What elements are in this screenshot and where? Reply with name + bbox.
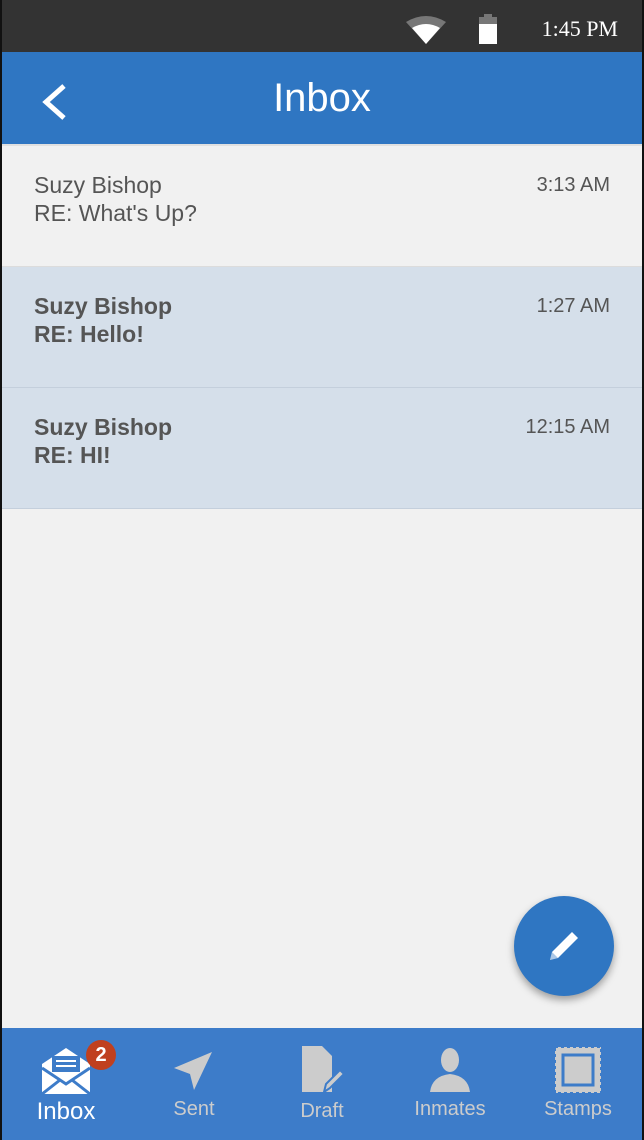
message-sender: Suzy Bishop [34,414,173,440]
message-sender: Suzy Bishop [34,293,173,319]
nav-label: Draft [300,1100,344,1122]
message-sender: Suzy Bishop [34,172,162,198]
pencil-icon [550,932,578,960]
status-bar: 1:45 PM [2,0,642,52]
message-subject: RE: Hello! [34,321,144,347]
wifi-icon [406,16,446,44]
nav-stamps[interactable]: Stamps [514,1028,642,1140]
nav-label: Inmates [414,1098,486,1120]
message-list: Suzy Bishop RE: What's Up? 3:13 AM Suzy … [2,144,642,509]
nav-draft[interactable]: Draft [258,1028,386,1140]
message-row[interactable]: Suzy Bishop RE: HI! 12:15 AM [2,388,642,509]
stamp-icon [554,1046,602,1094]
nav-label: Stamps [544,1098,612,1120]
compose-button[interactable] [514,896,614,996]
page-title: Inbox [273,76,371,120]
message-time: 12:15 AM [525,416,610,438]
app-bar: Inbox [2,52,642,144]
message-row[interactable]: Suzy Bishop RE: What's Up? 3:13 AM [2,146,642,267]
bottom-nav: 2 Inbox Sent Draft Inmates Stamps [2,1028,642,1140]
message-row[interactable]: Suzy Bishop RE: Hello! 1:27 AM [2,267,642,388]
message-subject: RE: HI! [34,442,111,468]
nav-label: Inbox [36,1098,96,1125]
nav-sent[interactable]: Sent [130,1028,258,1140]
status-time: 1:45 PM [541,16,618,41]
draft-document-icon [302,1046,346,1095]
envelope-open-icon [41,1048,91,1094]
nav-inbox[interactable]: 2 Inbox [2,1028,130,1140]
paper-plane-icon [174,1052,212,1090]
nav-label: Sent [173,1098,215,1120]
unread-badge: 2 [86,1040,116,1070]
message-time: 1:27 AM [536,295,610,317]
message-subject: RE: What's Up? [34,200,197,226]
battery-icon [479,14,497,44]
person-icon [430,1048,470,1092]
message-time: 3:13 AM [536,174,610,196]
inbox-screen: 1:45 PM Inbox Suzy Bishop RE: What's Up?… [2,0,642,1140]
nav-inmates[interactable]: Inmates [386,1028,514,1140]
